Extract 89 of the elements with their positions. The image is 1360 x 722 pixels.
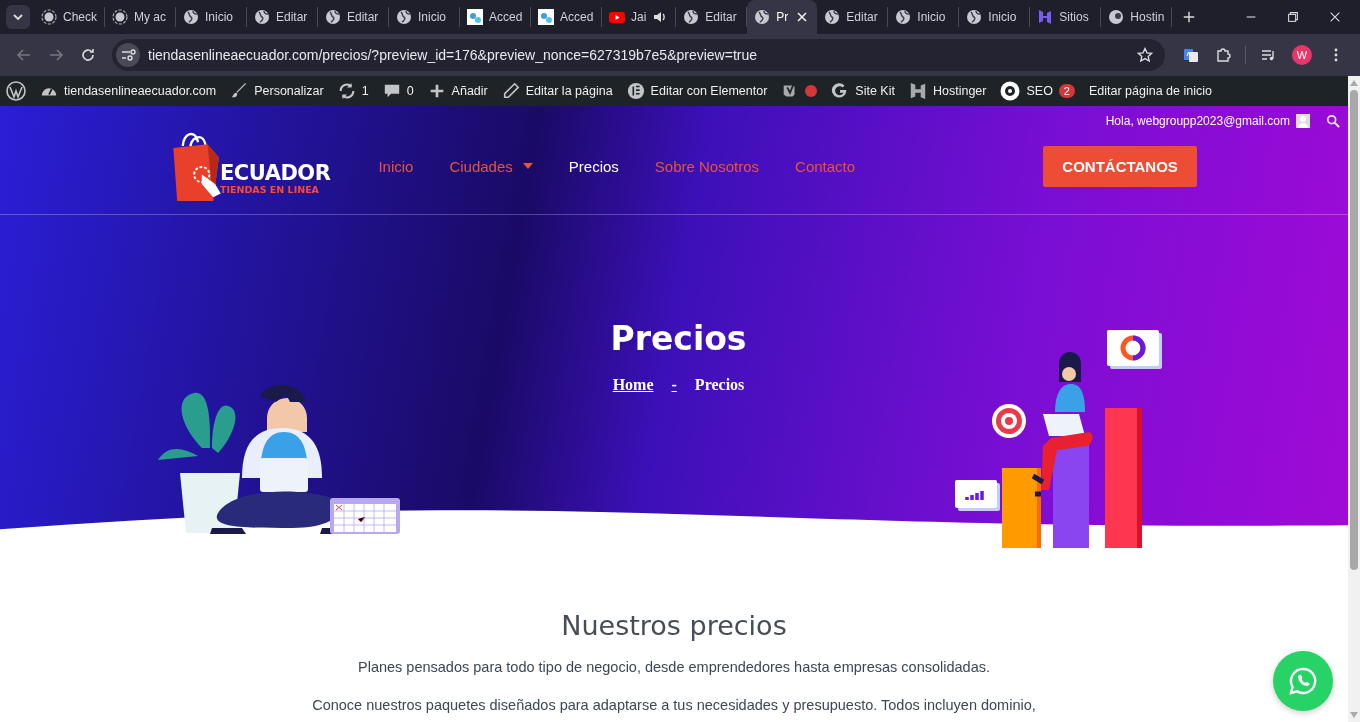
page-title: Precios: [610, 319, 747, 358]
globe-icon: [824, 9, 841, 25]
globe-icon: [396, 9, 412, 25]
forward-icon[interactable]: [48, 47, 64, 63]
elementor-icon: [626, 82, 645, 100]
globe-icon: [41, 9, 57, 25]
browser-tab[interactable]: Jai: [602, 7, 677, 27]
browser-tab[interactable]: Editar: [318, 7, 389, 27]
globe-icon: [1108, 9, 1125, 25]
admin-bar-item[interactable]: Editar página de inicio: [1089, 84, 1212, 98]
contact-button[interactable]: CONTÁCTANOS: [1043, 145, 1198, 187]
logo-subtitle: TIENDAS EN LINEA: [220, 184, 320, 195]
gears-icon: [467, 9, 483, 25]
greeting-text: Hola, webgroupp2023@gmail.com: [1105, 114, 1290, 128]
browser-tab[interactable]: Check: [34, 7, 105, 27]
logo-title: ECUADOR: [220, 162, 331, 184]
extensions-icon[interactable]: [1215, 47, 1231, 63]
section-paragraph: Planes pensados para todo tipo de negocio, desde emprendedores hasta empresas consolidadas.: [358, 659, 990, 675]
browser-tab[interactable]: Sitios: [1030, 7, 1102, 27]
restore-icon[interactable]: [1286, 10, 1300, 24]
admin-bar-item[interactable]: Editar la página: [501, 82, 613, 100]
admin-bar-item[interactable]: 0: [382, 82, 414, 100]
admin-bar-item[interactable]: Site Kit: [831, 82, 895, 100]
admin-bar-item[interactable]: [6, 81, 26, 101]
brush-icon: [230, 82, 249, 100]
admin-bar-item[interactable]: SEO 2: [1000, 81, 1075, 101]
globe-icon: [895, 9, 912, 25]
scrollbar-thumb[interactable]: [1350, 90, 1358, 570]
gears-icon: [538, 9, 554, 25]
close-icon[interactable]: [1328, 10, 1342, 24]
nav-link[interactable]: Inicio: [378, 157, 414, 175]
tab-search-button[interactable]: [6, 5, 30, 29]
browser-tab[interactable]: Hostin: [1101, 7, 1173, 27]
profile-avatar[interactable]: W: [1292, 45, 1312, 65]
browser-tab[interactable]: Acced: [460, 7, 531, 27]
target-icon: [992, 404, 1026, 438]
chat-bubble-icon: [1287, 665, 1319, 697]
address-bar[interactable]: tiendasenlineaecuador.com/precios/?preview_id=176&preview_nonce=627319b7e5&preview=true: [112, 39, 1165, 71]
reload-icon[interactable]: [80, 47, 96, 63]
site-info-icon[interactable]: [116, 43, 140, 67]
browser-tab[interactable]: My ac: [105, 7, 176, 27]
breadcrumb-current: Precios: [694, 376, 745, 394]
h-logo-icon: [908, 82, 927, 100]
back-icon[interactable]: [16, 47, 32, 63]
signal-card-drawing: [955, 480, 1000, 511]
browser-tab[interactable]: Inicio: [389, 7, 460, 27]
notification-count: 2: [1058, 84, 1075, 98]
admin-bar-item[interactable]: 1: [337, 82, 369, 100]
browser-tab[interactable]: Editar: [247, 7, 318, 27]
update-icon: [337, 82, 356, 100]
site-logo[interactable]: ECUADOR TIENDAS EN LINEA: [168, 129, 331, 203]
globe-icon: [683, 9, 700, 25]
nav-link[interactable]: Precios: [568, 157, 619, 175]
globe-icon: [112, 9, 128, 25]
donut-card-drawing: [1107, 330, 1162, 369]
translate-icon[interactable]: [1183, 47, 1199, 63]
browser-tab[interactable]: Inicio: [959, 7, 1031, 27]
media-control-icon[interactable]: [1260, 47, 1276, 63]
browser-tab[interactable]: Editar: [676, 7, 748, 27]
section-paragraph: Conoce nuestros paquetes diseñados para adaptarse a tus necesidades y presupuesto. Todos incluyen dominio,: [312, 697, 1036, 713]
admin-bar-item[interactable]: Editar con Elementor: [626, 82, 768, 100]
scrollbar[interactable]: [1348, 76, 1360, 722]
admin-bar-item[interactable]: Añadir: [427, 82, 488, 100]
section-title: Nuestros precios: [561, 610, 787, 641]
search-icon[interactable]: [1326, 114, 1340, 128]
nav-link[interactable]: Ciudades: [449, 157, 533, 175]
gear-icon: [1000, 81, 1021, 101]
caret-icon: [12, 11, 24, 23]
browser-tab[interactable]: Pr: [747, 0, 818, 34]
globe-icon: [325, 9, 341, 25]
globe-icon: [966, 9, 983, 25]
new-tab-icon[interactable]: [1182, 10, 1197, 24]
globe-icon: [754, 9, 771, 25]
browser-tab[interactable]: Acced: [531, 7, 602, 27]
pencil-icon: [501, 82, 520, 100]
browser-tab[interactable]: Editar: [817, 7, 889, 27]
play-icon: [609, 9, 625, 25]
breadcrumb-link[interactable]: -: [671, 376, 677, 394]
bookmark-star-icon[interactable]: [1137, 47, 1153, 63]
admin-bar-item[interactable]: tiendasenlineaecuador.com: [40, 82, 217, 100]
globe-icon: [254, 9, 270, 25]
browser-tab[interactable]: Inicio: [888, 7, 960, 27]
admin-bar-item[interactable]: Personalizar: [230, 82, 324, 100]
admin-bar-item[interactable]: Hostinger: [908, 82, 987, 100]
breadcrumb-link[interactable]: Home: [612, 376, 654, 394]
h-logo-icon: [1037, 9, 1054, 25]
browser-tab[interactable]: Inicio: [176, 7, 247, 27]
wordpress-logo-icon: [6, 81, 26, 101]
globe-icon: [183, 9, 199, 25]
